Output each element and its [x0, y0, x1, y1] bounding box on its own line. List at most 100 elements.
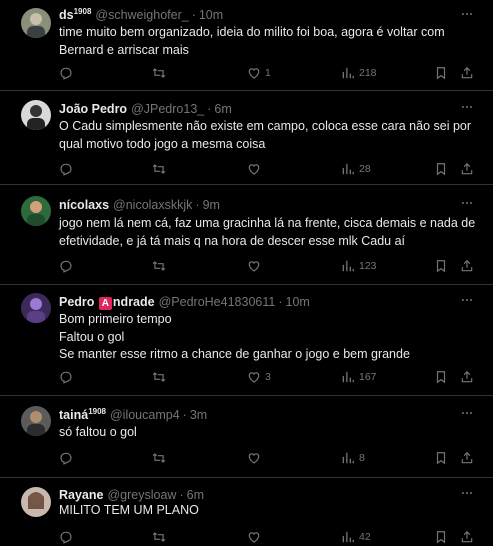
- view-count: 8: [359, 452, 365, 464]
- separator-dot: ·: [182, 408, 187, 422]
- timestamp[interactable]: 6m: [214, 101, 231, 117]
- action-bar: 123: [59, 258, 475, 274]
- avatar[interactable]: [21, 293, 51, 323]
- views-icon: [341, 451, 355, 465]
- view-count: 123: [359, 260, 377, 272]
- like-icon[interactable]: [247, 258, 261, 274]
- reply-icon[interactable]: [59, 369, 73, 385]
- reply-icon[interactable]: [59, 529, 73, 545]
- post-header: ds1908 @schweighofer_ · 10m: [59, 7, 453, 23]
- separator-dot: ·: [191, 8, 196, 22]
- view-count: 167: [359, 371, 377, 383]
- share-icon[interactable]: [460, 258, 474, 274]
- display-name[interactable]: nícolaxs: [59, 197, 109, 213]
- post[interactable]: ds1908 @schweighofer_ · 10m time muito b…: [0, 0, 493, 91]
- views-button[interactable]: 8: [341, 450, 365, 466]
- retweet-icon[interactable]: [152, 161, 166, 177]
- display-name[interactable]: ds1908: [59, 7, 91, 23]
- more-icon[interactable]: [459, 100, 475, 114]
- share-icon[interactable]: [460, 450, 474, 466]
- display-name[interactable]: tainá1908: [59, 407, 106, 423]
- post-header: Rayane @greysloaw · 6m: [59, 487, 453, 503]
- more-icon[interactable]: [459, 486, 475, 500]
- action-bar: 28: [59, 161, 475, 177]
- like-icon[interactable]: [247, 450, 261, 466]
- more-icon[interactable]: [459, 293, 475, 307]
- post-text: MILITO TEM UM PLANO: [59, 503, 199, 517]
- share-icon[interactable]: [460, 161, 474, 177]
- post[interactable]: João Pedro @JPedro13_ · 6m O Cadu simple…: [0, 91, 493, 185]
- views-icon: [341, 259, 355, 273]
- more-icon[interactable]: [459, 7, 475, 21]
- retweet-icon[interactable]: [152, 65, 166, 81]
- views-icon: [341, 370, 355, 384]
- bookmark-icon[interactable]: [434, 258, 448, 274]
- bookmark-icon[interactable]: [434, 161, 448, 177]
- action-bar: 3 167: [59, 369, 475, 385]
- timestamp[interactable]: 6m: [187, 487, 204, 503]
- share-icon[interactable]: [460, 369, 474, 385]
- separator-dot: ·: [179, 488, 184, 502]
- views-icon: [341, 162, 355, 176]
- views-button[interactable]: 28: [341, 161, 371, 177]
- avatar[interactable]: [21, 100, 51, 130]
- retweet-icon[interactable]: [152, 450, 166, 466]
- share-icon[interactable]: [460, 529, 474, 545]
- like-button[interactable]: 1: [247, 65, 271, 81]
- views-button[interactable]: 167: [341, 369, 377, 385]
- reply-icon[interactable]: [59, 65, 73, 81]
- handle[interactable]: @iloucamp4: [110, 407, 180, 423]
- avatar[interactable]: [21, 406, 51, 436]
- post[interactable]: Pedro Andrade @PedroHe41830611 · 10m Bom…: [0, 285, 493, 396]
- views-button[interactable]: 123: [341, 258, 377, 274]
- timestamp[interactable]: 3m: [190, 407, 207, 423]
- avatar[interactable]: [21, 487, 51, 517]
- post-header: tainá1908 @iloucamp4 · 3m: [59, 407, 453, 423]
- action-bar: 8: [59, 450, 475, 466]
- display-name[interactable]: Pedro Andrade: [59, 294, 155, 310]
- avatar[interactable]: [21, 8, 51, 38]
- reply-icon[interactable]: [59, 161, 73, 177]
- post-text: time muito bem organizado, ideia do mili…: [59, 25, 445, 57]
- post[interactable]: Rayane @greysloaw · 6m MILITO TEM UM PLA…: [0, 478, 493, 546]
- reply-icon[interactable]: [59, 258, 73, 274]
- timestamp[interactable]: 10m: [286, 294, 310, 310]
- views-button[interactable]: 42: [341, 529, 371, 545]
- views-button[interactable]: 218: [341, 65, 377, 81]
- more-icon[interactable]: [459, 196, 475, 210]
- like-icon[interactable]: [247, 529, 261, 545]
- post-header: nícolaxs @nicolaxskkjk · 9m: [59, 197, 453, 213]
- handle[interactable]: @JPedro13_: [131, 101, 204, 117]
- display-name[interactable]: João Pedro: [59, 101, 127, 117]
- like-button[interactable]: 3: [247, 369, 271, 385]
- share-icon[interactable]: [460, 65, 474, 81]
- post[interactable]: tainá1908 @iloucamp4 · 3m só faltou o go…: [0, 396, 493, 478]
- timestamp[interactable]: 10m: [199, 7, 223, 23]
- view-count: 42: [359, 531, 371, 543]
- handle[interactable]: @schweighofer_: [95, 7, 188, 23]
- handle[interactable]: @PedroHe41830611: [159, 294, 276, 310]
- like-count: 3: [265, 371, 271, 383]
- retweet-icon[interactable]: [152, 529, 166, 545]
- handle[interactable]: @nicolaxskkjk: [113, 197, 192, 213]
- reply-icon[interactable]: [59, 450, 73, 466]
- bookmark-icon[interactable]: [434, 369, 448, 385]
- post[interactable]: nícolaxs @nicolaxskkjk · 9m jogo nem lá …: [0, 185, 493, 285]
- avatar[interactable]: [21, 196, 51, 226]
- timestamp[interactable]: 9m: [203, 197, 220, 213]
- action-bar: 42: [59, 529, 475, 545]
- retweet-icon[interactable]: [152, 369, 166, 385]
- like-icon[interactable]: [247, 161, 261, 177]
- bookmark-icon[interactable]: [434, 450, 448, 466]
- display-name[interactable]: Rayane: [59, 487, 103, 503]
- retweet-icon[interactable]: [152, 258, 166, 274]
- post-text: só faltou o gol: [59, 425, 137, 439]
- more-icon[interactable]: [459, 406, 475, 420]
- handle[interactable]: @greysloaw: [107, 487, 176, 503]
- bookmark-icon[interactable]: [434, 65, 448, 81]
- views-icon: [341, 530, 355, 544]
- red-a-badge-icon: A: [98, 297, 112, 310]
- separator-dot: ·: [195, 198, 200, 212]
- post-text: O Cadu simplesmente não existe em campo,…: [59, 119, 472, 151]
- bookmark-icon[interactable]: [434, 529, 448, 545]
